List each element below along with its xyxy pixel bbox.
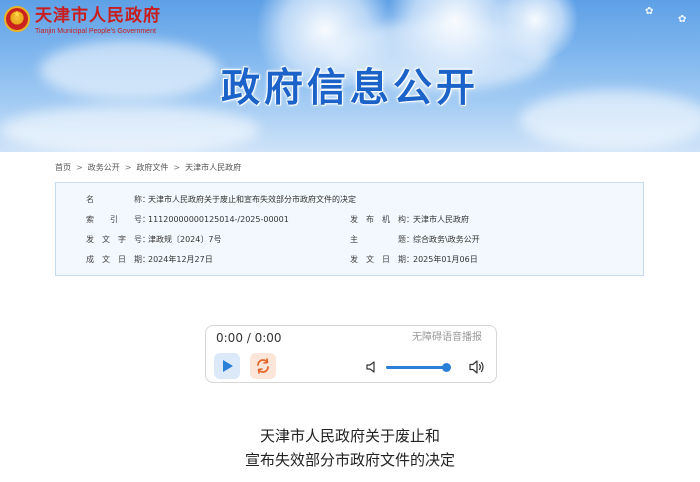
repeat-icon [257,358,269,374]
breadcrumb-gov-documents[interactable]: 政府文件 [136,163,168,172]
repeat-button[interactable] [250,353,276,379]
topic-value: 综合政务\政务公开 [413,235,480,244]
document-title: 天津市人民政府关于废止和 宣布失效部分市政府文件的决定 [0,424,700,472]
info-row-name: 名称 ： 天津市人民政府关于废止和宣布失效部分市政府文件的决定 [56,193,643,207]
bird-decoration: ✿ [678,14,687,25]
index-value: 11120000000125014-/2025-00001 [148,215,289,224]
volume-high-icon[interactable] [469,359,485,375]
site-subtitle: Tianjin Municipal People's Government [35,28,156,35]
play-button[interactable] [214,353,240,379]
issuer-value: 天津市人民政府 [413,215,469,224]
breadcrumb-public-affairs[interactable]: 政务公开 [88,163,120,172]
published-value: 2025年01月06日 [413,255,478,264]
published-label: 发文日期 [350,255,406,264]
site-title[interactable]: 天津市人民政府 [35,6,161,26]
index-label: 索引号 [86,215,142,224]
topic-label: 主题 [350,235,406,244]
breadcrumb-home[interactable]: 首页 [55,163,71,172]
info-row-docno: 发文字号 ： 津政规〔2024〕7号 主题 ： 综合政务\政务公开 [56,233,643,247]
volume-low-icon[interactable] [366,361,378,373]
volume-slider-handle[interactable] [442,363,452,372]
created-label: 成文日期 [86,255,142,264]
document-title-line-2: 宣布失效部分市政府文件的决定 [244,451,455,469]
issuer-label: 发布机构 [350,215,406,224]
docno-value: 津政规〔2024〕7号 [148,235,222,244]
volume-slider[interactable] [386,363,452,372]
breadcrumb-separator: > [173,163,181,172]
info-row-index: 索引号 ： 11120000000125014-/2025-00001 发布机构… [56,213,643,227]
breadcrumb: 首页 > 政务公开 > 政府文件 > 天津市人民政府 [55,162,241,174]
info-row-dates: 成文日期 ： 2024年12月27日 发文日期 ： 2025年01月06日 [56,253,643,267]
breadcrumb-separator: > [124,163,132,172]
playback-time: 0:00 / 0:00 [216,331,282,345]
docno-label: 发文字号 [86,235,142,244]
breadcrumb-separator: > [76,163,83,172]
breadcrumb-tianjin-gov[interactable]: 天津市人民政府 [185,163,241,172]
audio-player: 0:00 / 0:00 无障碍语音播报 [205,325,497,383]
banner-cloud [0,105,260,152]
document-title-line-1: 天津市人民政府关于废止和 [259,427,440,445]
document-info-table: 名称 ： 天津市人民政府关于废止和宣布失效部分市政府文件的决定 索引号 ： 11… [55,182,644,276]
volume-slider-fill [386,366,447,369]
play-icon [223,360,233,372]
name-value: 天津市人民政府关于废止和宣布失效部分市政府文件的决定 [148,195,356,204]
accessibility-voice-label[interactable]: 无障碍语音播报 [412,331,482,345]
bird-decoration: ✿ [645,6,654,17]
created-value: 2024年12月27日 [148,255,213,264]
page-heading: 政府信息公开 [220,66,479,111]
header-banner: ✿ ✿ ★ 天津市人民政府 Tianjin Municipal People's… [0,0,700,152]
name-label: 名称 [86,195,142,204]
national-emblem-icon[interactable]: ★ [4,6,30,32]
